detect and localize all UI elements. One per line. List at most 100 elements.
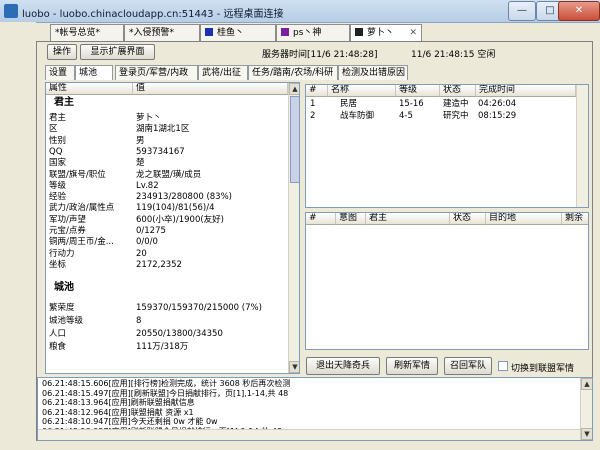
property-key: 经验 — [49, 192, 67, 203]
minimize-button[interactable]: — — [508, 1, 536, 21]
building-scrollbar[interactable] — [576, 85, 588, 207]
tab-guiyu[interactable]: 桂鱼丶 — [200, 24, 276, 41]
property-row[interactable]: 区 湖南1湖北1区 — [46, 123, 288, 135]
property-value: Lv.82 — [136, 180, 159, 191]
exit-raid-button[interactable]: 退出天降奇兵 — [306, 357, 380, 375]
log-line: 06.21:48:10.947[应用]今天还剩捐 0w 才能 0w — [42, 417, 218, 426]
log-scrollbar[interactable]: ▲ ▼ — [580, 378, 592, 440]
property-key: 粮食 — [49, 342, 67, 353]
property-value: 593734167 — [136, 146, 185, 157]
property-row[interactable]: QQ 593734167 — [46, 146, 288, 158]
left-margin — [0, 22, 36, 450]
col-index[interactable]: # — [306, 213, 336, 225]
window-titlebar[interactable]: luobo - luobo.chinacloudapp.cn:51443 - 远… — [0, 0, 600, 23]
log-line: 06.21:48:12.964[应用]联盟捐献 资源 x1 — [42, 407, 194, 417]
tab-account-overview[interactable]: *帐号总览* — [50, 24, 124, 41]
table-row[interactable]: 2 战车防御 4-5 研究中 08:15:29 — [306, 110, 576, 122]
col-finish-time[interactable]: 完成时间 — [476, 85, 576, 97]
operate-button[interactable]: 操作 — [47, 44, 77, 60]
col-index[interactable]: # — [306, 85, 328, 97]
col-name[interactable]: 名称 — [328, 85, 396, 97]
property-key: 联盟/旗号/职位 — [49, 169, 106, 180]
column-header-attr[interactable]: 属性 — [46, 83, 133, 95]
property-row[interactable]: 武力/政治/属性点 119(104)/81(56)/4 — [46, 202, 288, 214]
property-list[interactable]: 属性 值 君主 君主 萝卜丶区湖南1湖北1区 性别男 QQ 593734167 国家楚联盟/… — [45, 82, 300, 374]
property-row[interactable]: 人口 20550/13800/34350 — [46, 328, 288, 340]
col-status[interactable]: 状态 — [450, 213, 486, 225]
show-expanded-ui-button[interactable]: 显示扩展界面 — [80, 44, 155, 60]
switch-alliance-checkbox[interactable] — [498, 361, 508, 371]
log-horizontal-scrollbar[interactable] — [38, 429, 580, 440]
scroll-thumb[interactable] — [290, 96, 299, 183]
tab-luobo[interactable]: 萝卜丶 ✕ — [350, 24, 422, 42]
property-row[interactable]: 等级 Lv.82 — [46, 180, 288, 192]
property-row[interactable]: 繁荣度 159370/159370/215000 (7%) — [46, 302, 288, 314]
property-row[interactable]: 联盟/旗号/职位 龙之联盟/璜/成员 — [46, 169, 288, 181]
property-key: 行动力 — [49, 248, 75, 259]
tab-label: 桂鱼丶 — [217, 28, 245, 38]
tab-label: *帐号总览* — [55, 28, 101, 38]
property-value: 0/0/0 — [136, 237, 158, 248]
property-value: 楚 — [136, 158, 145, 169]
property-key: QQ — [49, 146, 63, 157]
property-value: 111万/318万 — [136, 342, 189, 353]
property-value: 男 — [136, 135, 145, 146]
col-lord[interactable]: 君主 — [366, 213, 450, 225]
property-key: 等级 — [49, 180, 67, 191]
property-row[interactable]: 国家 楚 — [46, 157, 288, 169]
property-key: 铜两/周王币/金... — [49, 237, 114, 248]
tab-label: ps丶神 — [293, 28, 322, 38]
table-row[interactable]: 1 民居 15-16 建造中 04:26:04 — [306, 98, 576, 110]
subtab-generals[interactable]: 武将/出征 — [198, 65, 248, 80]
army-list[interactable]: # 意图 君主 状态 目的地 剩余 — [305, 212, 589, 350]
property-value: 159370/159370/215000 (7%) — [136, 303, 262, 314]
property-key: 军功/声望 — [49, 214, 86, 225]
black-square-icon — [355, 28, 363, 36]
log-line: 06.21:48:15.606[应用][排行榜]检测完成，统计 3608 秒后再… — [42, 379, 291, 388]
col-remaining[interactable]: 剩余 — [562, 213, 588, 225]
property-row[interactable]: 铜两/周王币/金... 0/0/0 — [46, 236, 288, 248]
scroll-down-arrow-icon[interactable]: ▼ — [581, 428, 592, 440]
scroll-up-arrow-icon[interactable]: ▲ — [581, 378, 592, 390]
tab-ps-shen[interactable]: ps丶神 — [276, 24, 350, 41]
purple-square-icon — [281, 28, 289, 36]
subtab-tasks[interactable]: 任务/踏南/农场/科研 — [248, 65, 338, 80]
column-header-value[interactable]: 值 — [133, 83, 288, 95]
cell-status: 建造中 — [443, 99, 469, 109]
col-intent[interactable]: 意图 — [336, 213, 366, 225]
remote-desktop-icon — [4, 4, 18, 18]
close-window-button[interactable]: ✕ — [558, 1, 600, 21]
col-status[interactable]: 状态 — [440, 85, 476, 97]
property-row[interactable]: 经验 234913/280800 (83%) — [46, 191, 288, 203]
log-output[interactable]: 06.21:48:15.606[应用][排行榜]检测完成，统计 3608 秒后再… — [37, 377, 593, 441]
subtab-city[interactable]: 城池 — [75, 65, 113, 80]
col-level[interactable]: 等级 — [396, 85, 440, 97]
property-row[interactable]: 粮食 111万/318万 — [46, 341, 288, 353]
tab-label: *入侵预警* — [129, 28, 175, 38]
section-city: 城池 — [54, 282, 74, 294]
scroll-down-arrow-icon[interactable]: ▼ — [289, 361, 299, 373]
property-row[interactable]: 君主 萝卜丶 — [46, 112, 288, 124]
scroll-up-arrow-icon[interactable]: ▲ — [289, 83, 299, 95]
property-value: 20550/13800/34350 — [136, 329, 223, 340]
tab-intrusion-warning[interactable]: *入侵预警* — [124, 24, 200, 41]
property-row[interactable]: 城池等级 8 — [46, 315, 288, 327]
cell-name: 民居 — [340, 99, 358, 109]
building-queue-list[interactable]: # 名称 等级 状态 完成时间 1 民居 15-16 建造中 04:26:04 2 战车防御… — [305, 84, 589, 208]
close-tab-icon[interactable]: ✕ — [409, 25, 417, 42]
property-row[interactable]: 行动力 20 — [46, 248, 288, 260]
property-row[interactable]: 坐标 2172,2352 — [46, 259, 288, 271]
recall-army-button[interactable]: 召回军队 — [444, 357, 492, 375]
refresh-military-button[interactable]: 刷新军情 — [386, 357, 438, 375]
property-row[interactable]: 元宝/点券 0/1275 — [46, 225, 288, 237]
subtab-errors[interactable]: 检测及出错原因 — [338, 65, 408, 80]
subtab-login-barracks[interactable]: 登录页/军营/内政 — [115, 65, 198, 80]
col-destination[interactable]: 目的地 — [486, 213, 562, 225]
cell-time: 04:26:04 — [478, 99, 517, 109]
subtab-settings[interactable]: 设置 — [45, 65, 75, 80]
property-scrollbar[interactable]: ▲ ▼ — [288, 83, 299, 373]
property-key: 元宝/点券 — [49, 226, 86, 236]
log-line: 06.21:48:13.964[应用]刷新联盟捐献信息 — [42, 398, 195, 407]
property-row[interactable]: 性别 男 — [46, 135, 288, 147]
property-row[interactable]: 军功/声望 600(小卒)/1900(友好) — [46, 214, 288, 226]
